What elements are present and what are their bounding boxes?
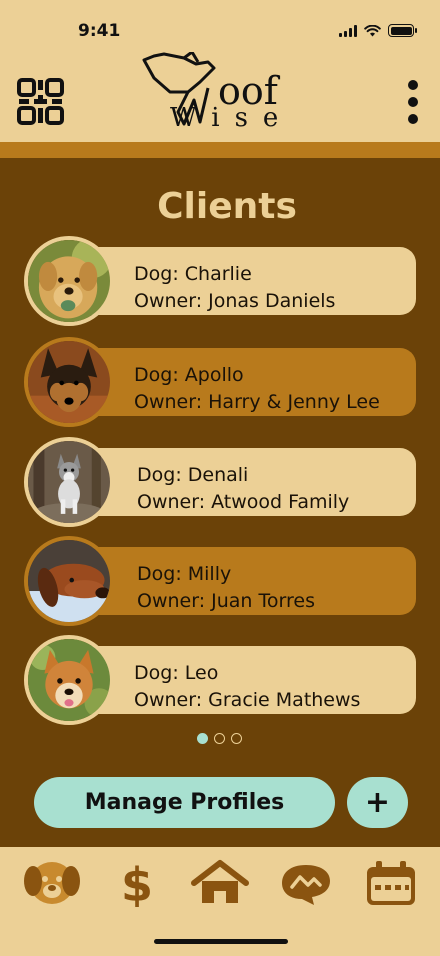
dog-photo-charlie [24,236,114,326]
tab-billing[interactable]: $ [107,859,167,907]
header-accent-strip [0,142,440,158]
tab-home[interactable] [190,859,250,907]
client-card-charlie[interactable]: Dog: Charlie Owner: Jonas Daniels [24,236,416,326]
chat-bubble-icon [282,865,330,905]
owner-name: Owner: Harry & Jenny Lee [134,391,380,413]
home-icon [191,860,249,903]
tab-calendar[interactable] [361,859,421,907]
pagination-dots[interactable] [197,733,242,744]
tab-clients[interactable] [22,859,82,907]
dog-name: Dog: Apollo [134,364,244,386]
dog-photo-milly [24,536,114,626]
page-dot-2[interactable] [214,733,225,744]
owner-name: Owner: Juan Torres [137,590,315,612]
page-title: Clients [157,186,297,227]
svg-text:Wise: Wise [170,103,293,132]
dog-name: Dog: Milly [137,563,232,585]
wifi-icon [364,25,381,37]
client-card-leo[interactable]: Dog: Leo Owner: Gracie Mathews [24,635,416,725]
dog-name: Dog: Charlie [134,263,252,285]
add-client-button[interactable]: + [347,777,408,828]
dollar-icon: $ [121,859,153,907]
manage-profiles-button[interactable]: Manage Profiles [34,777,335,828]
page-dot-1[interactable] [197,733,208,744]
page-dot-3[interactable] [231,733,242,744]
dog-photo-denali [24,437,114,527]
tab-messages[interactable] [276,859,336,907]
calendar-icon [367,861,415,905]
home-indicator[interactable] [154,939,288,944]
woofwise-logo: oof Wise [140,50,300,133]
dog-face-icon [24,862,80,904]
qr-code-icon[interactable] [17,78,64,125]
svg-text:$: $ [121,859,153,907]
status-icons [339,24,417,37]
bottom-tab-bar: $ [0,847,440,956]
battery-icon [388,24,417,37]
client-card-milly[interactable]: Dog: Milly Owner: Juan Torres [24,536,416,626]
dog-photo-leo [24,635,114,725]
client-card-denali[interactable]: Dog: Denali Owner: Atwood Family [24,437,416,527]
dog-name: Dog: Leo [134,662,219,684]
owner-name: Owner: Gracie Mathews [134,689,361,711]
dog-name: Dog: Denali [137,464,249,486]
more-menu-icon[interactable] [404,80,422,124]
status-time: 9:41 [78,21,121,41]
owner-name: Owner: Atwood Family [137,491,350,513]
cellular-signal-icon [339,25,357,37]
app-header: 9:41 oof Wise [0,0,440,142]
dog-photo-apollo [24,337,114,427]
owner-name: Owner: Jonas Daniels [134,290,336,312]
wolf-head-logo-icon: oof Wise [142,50,293,133]
client-card-apollo[interactable]: Dog: Apollo Owner: Harry & Jenny Lee [24,337,416,427]
